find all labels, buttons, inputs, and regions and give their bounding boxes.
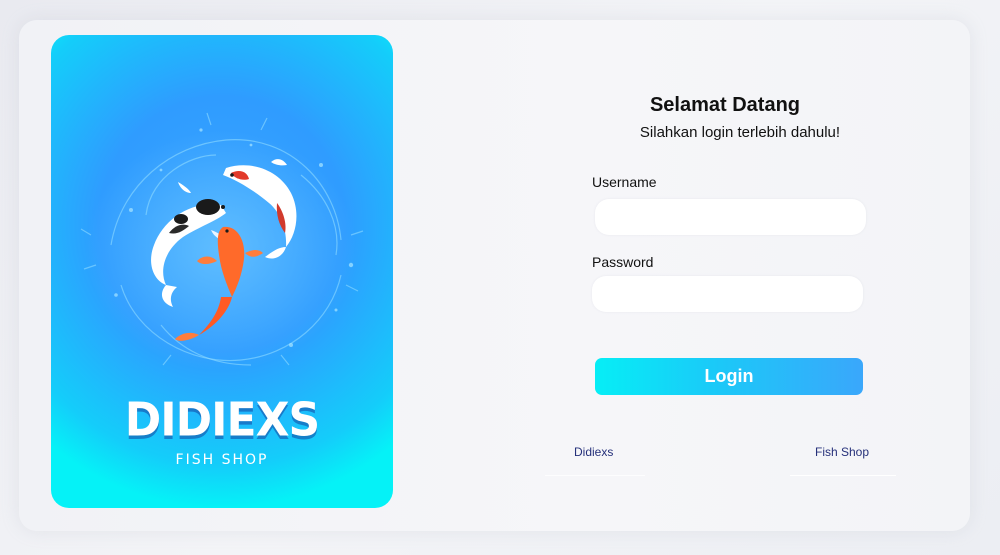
login-button[interactable]: Login [595, 358, 863, 395]
footer-divider-left [545, 475, 645, 476]
hero-panel: DIDIEXS FISH SHOP [51, 35, 393, 508]
brand-logo-text: DIDIEXS [124, 393, 320, 448]
welcome-title: Selamat Datang [649, 94, 801, 116]
username-label: Username [592, 174, 657, 190]
password-label: Password [592, 254, 654, 270]
footer-divider-right [790, 475, 896, 476]
footer-link-fish-shop[interactable]: Fish Shop [815, 445, 869, 459]
password-field[interactable] [592, 276, 863, 312]
welcome-subtitle: Silahkan login terlebih dahulu! [639, 124, 841, 141]
username-field[interactable] [595, 199, 866, 235]
footer-link-didiexs[interactable]: Didiexs [574, 445, 613, 459]
brand-subtitle: FISH SHOP [175, 452, 269, 468]
